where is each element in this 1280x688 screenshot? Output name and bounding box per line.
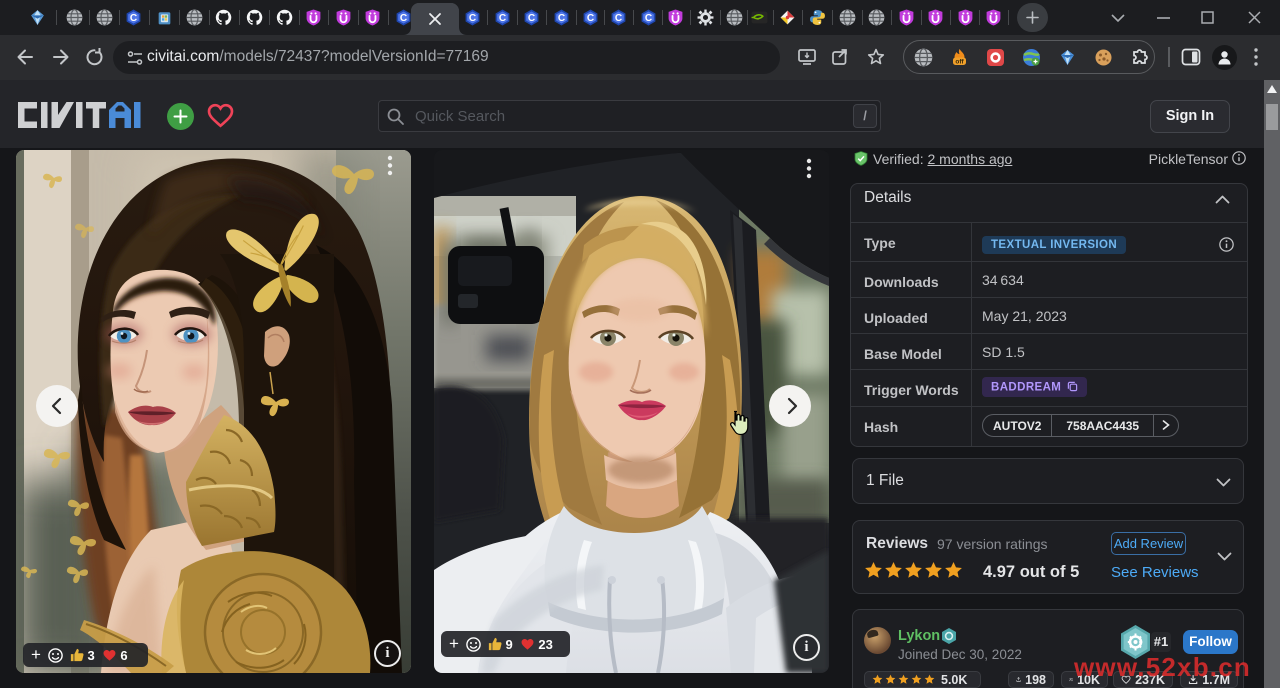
svg-text:C: C: [586, 13, 593, 24]
svg-text:C: C: [527, 13, 534, 24]
svg-text:off: off: [955, 59, 964, 66]
svg-text:C: C: [614, 13, 621, 24]
svg-text:C: C: [468, 13, 475, 24]
svg-text:C: C: [557, 13, 564, 24]
svg-text:C: C: [130, 13, 137, 24]
svg-text:C: C: [644, 13, 651, 24]
svg-text:C: C: [498, 13, 505, 24]
